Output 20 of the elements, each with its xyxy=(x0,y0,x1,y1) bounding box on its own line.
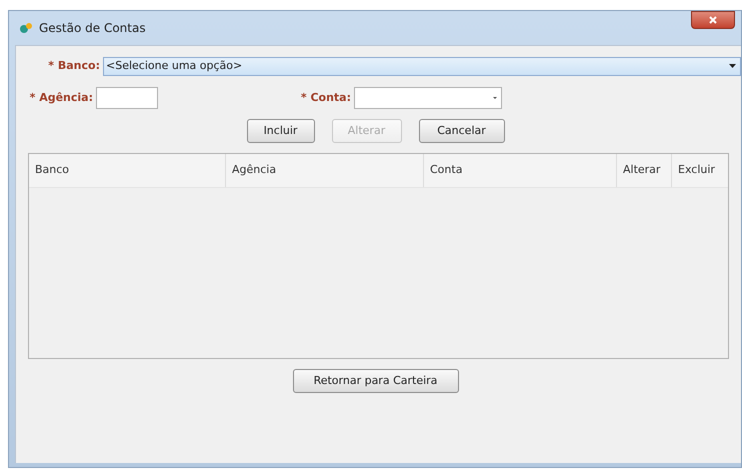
caret-icon xyxy=(493,97,497,99)
column-header: Alterar xyxy=(616,154,671,187)
field-label: * Banco: xyxy=(47,58,101,74)
action-button[interactable]: Retornar para Carteira xyxy=(292,369,458,393)
bank-dropdown[interactable]: <Selecione uma opção> xyxy=(103,56,741,76)
window-title: Gestão de Contas xyxy=(39,20,146,37)
field-label: * Agência: xyxy=(28,90,94,106)
column-header: Conta xyxy=(423,154,616,187)
column-header: Banco xyxy=(34,162,70,178)
action-button[interactable]: Incluir xyxy=(246,119,314,143)
caret-icon xyxy=(729,64,736,68)
agency-field[interactable] xyxy=(96,87,158,109)
field-label: * Conta: xyxy=(300,90,352,106)
close-icon xyxy=(708,15,718,25)
column-header: Excluir xyxy=(671,154,728,187)
action-button[interactable]: Cancelar xyxy=(418,119,504,143)
close-button[interactable] xyxy=(691,11,735,29)
account-field[interactable] xyxy=(354,87,502,109)
app-logo-icon xyxy=(19,21,33,35)
column-header: Agência xyxy=(225,154,423,187)
